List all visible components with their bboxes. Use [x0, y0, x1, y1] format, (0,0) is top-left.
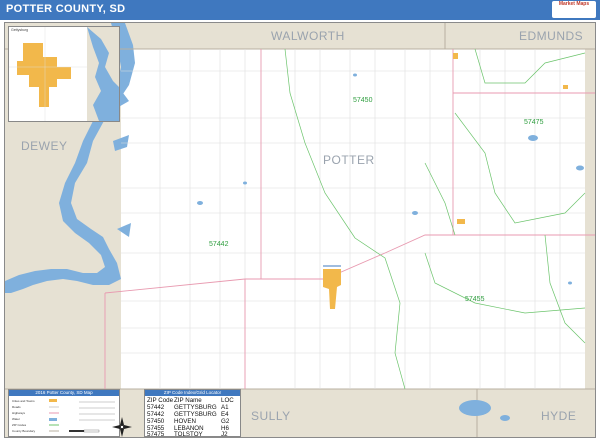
zip-label-57475: 57475	[524, 119, 544, 126]
locator-inset-map: Gettysburg	[8, 26, 120, 122]
lebanon-city-area	[457, 219, 465, 224]
zip-code-index: ZIP Code Index/Grid Locator ZIP Code ZIP…	[144, 389, 241, 438]
publisher-logo: Market Maps	[552, 1, 596, 18]
logo-text: Market Maps	[558, 1, 590, 7]
hoven-city-area	[453, 53, 458, 59]
county-label-edmunds: EDMUNDS	[519, 29, 584, 43]
title-bar: POTTER COUNTY, SD Market Maps	[0, 0, 600, 20]
zip-header-name: ZIP Name	[174, 397, 202, 404]
zip-loc: G2	[221, 418, 230, 425]
county-label-potter: POTTER	[323, 153, 375, 167]
zip-code: 57450	[147, 418, 165, 425]
legend-symbols	[49, 399, 115, 433]
zip-code: 57442	[147, 411, 165, 418]
zip-name: HOVEN	[174, 418, 197, 425]
county-label-walworth: WALWORTH	[271, 29, 345, 43]
compass-rose-icon	[112, 417, 132, 437]
map-title: POTTER COUNTY, SD	[6, 3, 126, 15]
zip-label-57455: 57455	[465, 296, 485, 303]
zip-loc: E4	[221, 411, 229, 418]
zip-index-title: ZIP Code Index/Grid Locator	[145, 390, 240, 396]
east-area	[585, 23, 595, 437]
zip-name: GETTYSBURG	[174, 411, 217, 418]
zip-loc: A1	[221, 404, 229, 411]
inset-label: Gettysburg	[11, 28, 29, 32]
zip-name: TOLSTOY	[174, 431, 203, 438]
zip-header-loc: LOC	[221, 397, 234, 404]
county-label-dewey: DEWEY	[21, 139, 68, 153]
zip-name: GETTYSBURG	[174, 404, 217, 411]
zip-loc: J2	[221, 431, 228, 438]
county-label-sully: SULLY	[251, 409, 291, 423]
zip-code: 57442	[147, 404, 165, 411]
zip-label-57450: 57450	[353, 97, 373, 104]
zip-code: 57475	[147, 431, 165, 438]
tolstoy-city-area	[563, 85, 568, 89]
zip-header-code: ZIP Code	[147, 397, 174, 404]
county-label-hyde: HYDE	[541, 409, 577, 423]
zip-label-57442: 57442	[209, 241, 229, 248]
map-legend: 2016 Potter County, SD Map Cities and To…	[8, 389, 120, 437]
inset-canvas	[9, 27, 119, 121]
